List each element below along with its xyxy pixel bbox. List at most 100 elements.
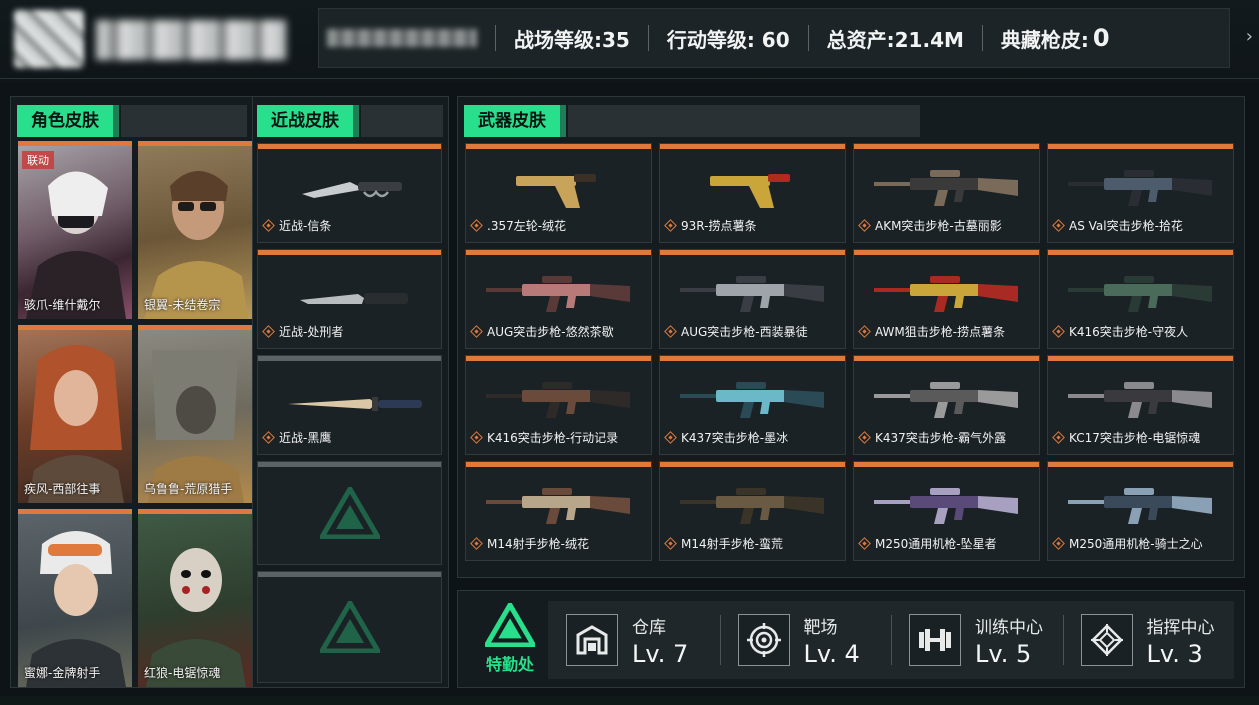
melee-skins-header: 近战皮肤	[257, 105, 443, 137]
rarity-diamond-icon	[858, 219, 871, 232]
weapon-image	[1068, 382, 1212, 418]
character-card[interactable]: 乌鲁鲁-荒原猎手	[138, 325, 252, 503]
character-card[interactable]: 红狼-电锯惊魂	[138, 509, 252, 687]
rarity-diamond-icon	[470, 219, 483, 232]
stat-divider	[647, 25, 649, 51]
melee-skin-label: 近战-黑鹰	[279, 431, 332, 445]
facility-name: 指挥中心	[1146, 617, 1215, 638]
character-portrait	[18, 514, 132, 687]
character-card-label: 疾风-西部往事	[24, 482, 101, 496]
facility-name: 训练中心	[975, 617, 1043, 638]
weapon-skin-label: M14射手步枪-蛮荒	[681, 537, 783, 551]
facility-warehouse[interactable]: 仓库 Lv. 7	[548, 601, 720, 679]
weapon-skin-label: M250通用机枪-骑士之心	[1069, 537, 1203, 551]
empty-melee-slot[interactable]	[257, 571, 442, 683]
stat-total-assets: 总资产:21.4M	[826, 27, 964, 52]
rarity-diamond-icon	[262, 431, 275, 444]
rarity-diamond-icon	[470, 431, 483, 444]
weapon-skin-card[interactable]: M14射手步枪-绒花	[465, 461, 652, 561]
weapon-skin-card[interactable]: .357左轮-绒花	[465, 143, 652, 243]
chevron-right-icon[interactable]: ›	[1246, 26, 1253, 47]
weapon-skin-card[interactable]: M250通用机枪-骑士之心	[1047, 461, 1234, 561]
character-card-label: 红狼-电锯惊魂	[144, 666, 221, 680]
collab-badge: 联动	[22, 151, 54, 169]
rarity-diamond-icon	[664, 219, 677, 232]
facility-level: Lv. 4	[803, 639, 860, 668]
player-name-blurred	[96, 20, 286, 60]
weapon-image	[874, 276, 1018, 312]
player-id-blurred	[327, 29, 477, 47]
character-card[interactable]: 蜜娜-金牌射手	[18, 509, 132, 687]
weapon-skin-label: KC17突击步枪-电锯惊魂	[1069, 431, 1201, 445]
rarity-diamond-icon	[262, 219, 275, 232]
facility-level: Lv. 5	[975, 639, 1032, 668]
weapon-skins-header: 武器皮肤	[464, 105, 920, 137]
melee-skin-card[interactable]: 近战-信条	[257, 143, 442, 243]
knife-image	[288, 397, 422, 411]
stat-divider	[495, 25, 496, 51]
empty-melee-slot[interactable]	[257, 461, 442, 565]
weapon-image	[486, 488, 630, 524]
weapon-skin-label: .357左轮-绒花	[487, 219, 567, 233]
weapon-skin-card[interactable]: AUG突击步枪-西装暴徒	[659, 249, 846, 349]
rarity-diamond-icon	[858, 537, 871, 550]
special-ops-logo[interactable]: 特勤处	[470, 603, 550, 681]
weapon-skin-card[interactable]: K416突击步枪-守夜人	[1047, 249, 1234, 349]
weapon-skin-label: K437突击步枪-墨冰	[681, 431, 789, 445]
melee-skin-card[interactable]: 近战-黑鹰	[257, 355, 442, 455]
character-card-label: 乌鲁鲁-荒原猎手	[144, 482, 233, 496]
weapon-skin-card[interactable]: K437突击步枪-霸气外露	[853, 355, 1040, 455]
stat-collection-skins-value: 0	[1092, 24, 1110, 52]
weapon-image	[710, 174, 790, 208]
weapon-skin-card[interactable]: AS Val突击步枪-拾花	[1047, 143, 1234, 243]
facility-level: Lv. 7	[632, 639, 689, 668]
weapon-skin-label: AUG突击步枪-悠然茶歇	[487, 325, 614, 339]
weapon-image	[516, 174, 596, 208]
special-ops-label: 特勤处	[485, 655, 534, 674]
delta-logo-icon	[319, 487, 380, 539]
character-card[interactable]: 联动 骇爪-维什戴尔	[18, 141, 132, 319]
weapon-skin-label: M14射手步枪-绒花	[487, 537, 589, 551]
weapon-skin-label: 93R-捞点薯条	[681, 219, 757, 233]
weapon-skin-card[interactable]: AWM狙击步枪-捞点薯条	[853, 249, 1040, 349]
rarity-diamond-icon	[470, 325, 483, 338]
knife-image	[302, 182, 402, 198]
stat-collection-skins-label: 典藏枪皮:	[1000, 27, 1089, 52]
weapon-image	[680, 382, 824, 418]
target-icon	[737, 614, 790, 666]
weapon-image	[874, 382, 1018, 418]
weapon-image	[486, 382, 630, 418]
character-card[interactable]: 银翼-未结卷宗	[138, 141, 252, 319]
weapon-skin-card[interactable]: KC17突击步枪-电锯惊魂	[1047, 355, 1234, 455]
character-card[interactable]: 疾风-西部往事	[18, 325, 132, 503]
weapon-skin-card[interactable]: K437突击步枪-墨冰	[659, 355, 846, 455]
profile-header: 战场等级:35 行动等级: 60 总资产:21.4M 典藏枪皮: 0 ›	[0, 0, 1259, 82]
weapon-image	[486, 276, 630, 312]
character-skins-title: 角色皮肤	[17, 105, 119, 137]
rarity-diamond-icon	[1052, 219, 1065, 232]
weapon-skin-label: AS Val突击步枪-拾花	[1069, 219, 1183, 233]
weapon-image	[1068, 488, 1212, 524]
weapon-skin-card[interactable]: K416突击步枪-行动记录	[465, 355, 652, 455]
rarity-diamond-icon	[858, 325, 871, 338]
weapon-skin-card[interactable]: M14射手步枪-蛮荒	[659, 461, 846, 561]
character-portrait	[18, 330, 132, 503]
character-card-label: 蜜娜-金牌射手	[24, 666, 101, 680]
facility-training-center[interactable]: 训练中心 Lv. 5	[891, 601, 1063, 679]
rarity-diamond-icon	[1052, 537, 1065, 550]
weapon-image	[1068, 276, 1212, 312]
weapon-skin-label: AWM狙击步枪-捞点薯条	[875, 325, 1006, 339]
footer-strip	[0, 696, 1259, 705]
avatar	[14, 10, 84, 68]
rarity-diamond-icon	[262, 325, 275, 338]
facility-command-center[interactable]: 指挥中心 Lv. 3	[1062, 601, 1235, 679]
stat-operation-level: 行动等级: 60	[666, 27, 790, 52]
weapon-image	[874, 488, 1018, 524]
weapon-skin-card[interactable]: AUG突击步枪-悠然茶歇	[465, 249, 652, 349]
melee-skin-card[interactable]: 近战-处刑者	[257, 249, 442, 349]
knife-image	[300, 293, 408, 304]
facility-shooting-range[interactable]: 靶场 Lv. 4	[719, 601, 892, 679]
weapon-skin-card[interactable]: AKM突击步枪-古墓丽影	[853, 143, 1040, 243]
weapon-skin-card[interactable]: M250通用机枪-坠星者	[853, 461, 1040, 561]
weapon-skin-card[interactable]: 93R-捞点薯条	[659, 143, 846, 243]
